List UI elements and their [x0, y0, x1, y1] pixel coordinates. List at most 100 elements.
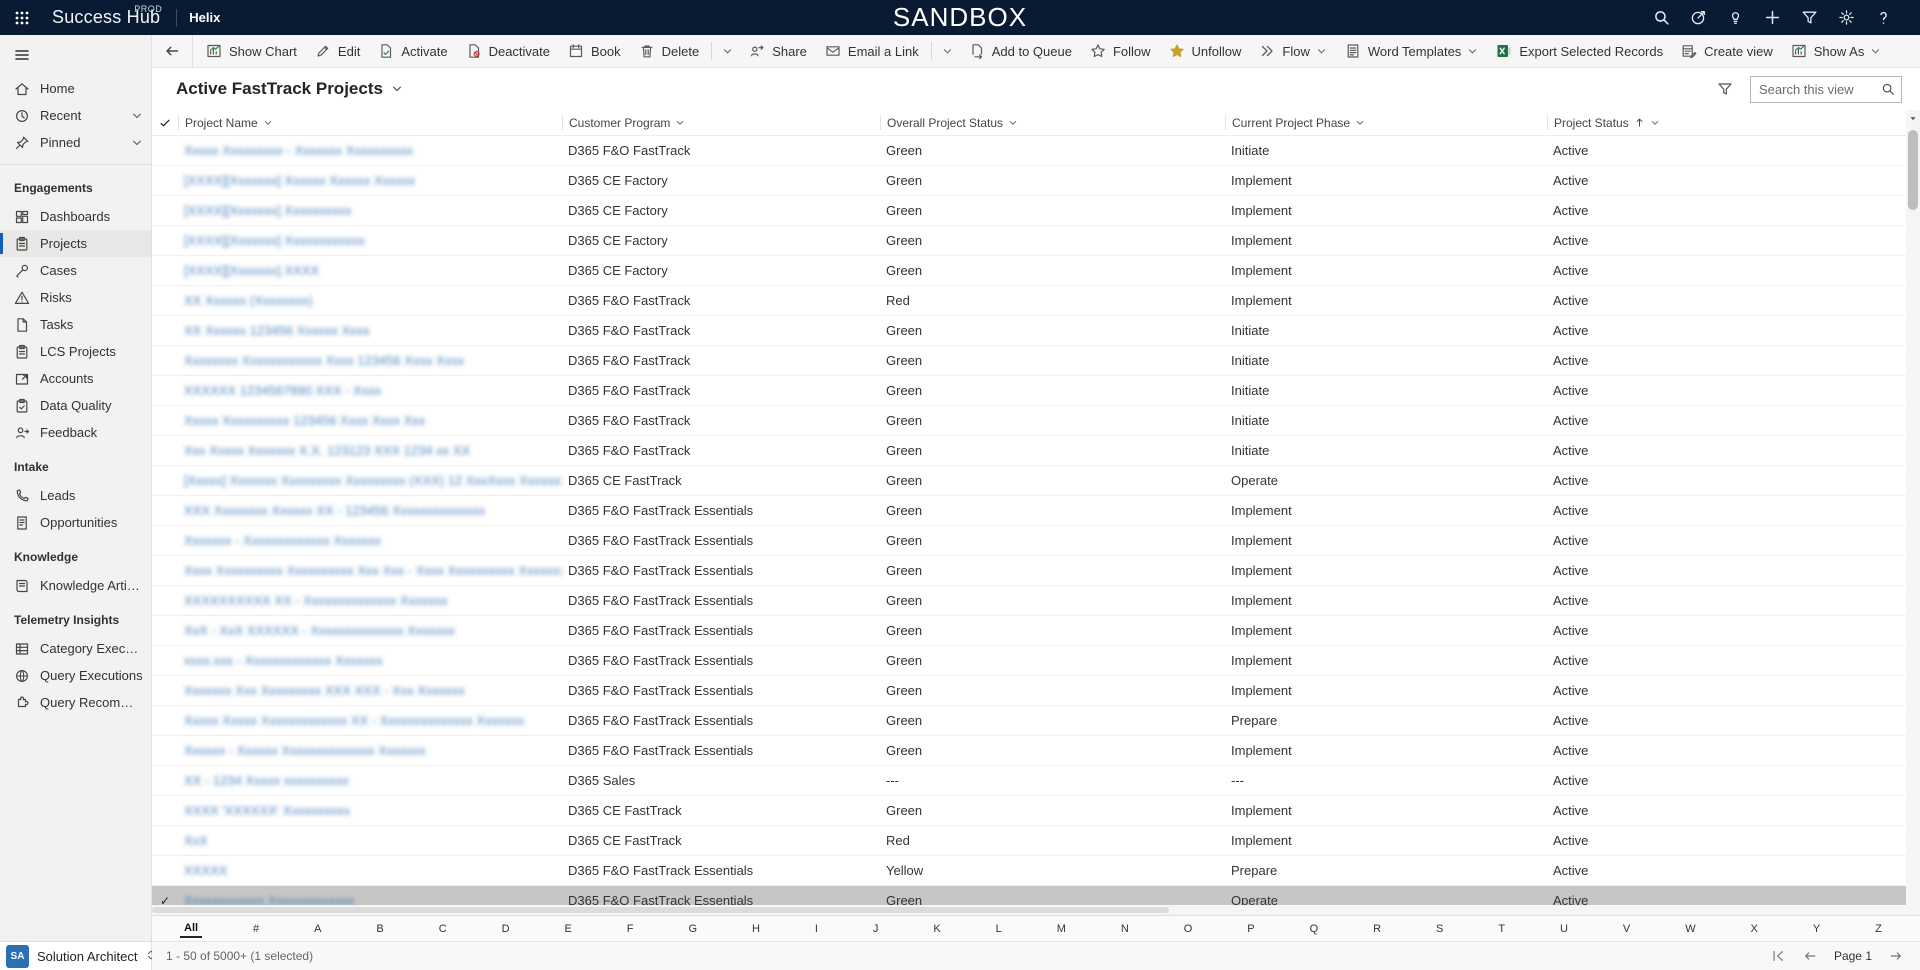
table-row[interactable]: XX - 1234 Xxxxx xxxxxxxxxx D365 Sales --…: [152, 766, 1906, 796]
sidebar-item[interactable]: Risks: [0, 284, 151, 311]
command-button[interactable]: [715, 38, 740, 64]
row-checkbox[interactable]: [152, 226, 178, 255]
alphabet-letter-button[interactable]: H: [748, 921, 764, 937]
project-name-link[interactable]: Xxxxxxx Xxx Xxxxxxxxx XXX XXX - Xxx Xxxx…: [178, 683, 562, 698]
alphabet-letter-button[interactable]: D: [498, 921, 514, 937]
alphabet-letter-button[interactable]: G: [684, 921, 701, 937]
project-name-link[interactable]: Xxxx Xxxxxxxxxx Xxxxxxxxxx Xxx Xxx - Xxx…: [178, 563, 562, 578]
row-checkbox[interactable]: [152, 256, 178, 285]
alphabet-letter-button[interactable]: S: [1432, 921, 1447, 937]
row-checkbox[interactable]: [152, 316, 178, 345]
row-checkbox[interactable]: [152, 556, 178, 585]
row-checkbox[interactable]: [152, 706, 178, 735]
column-header[interactable]: Customer Program: [562, 115, 880, 130]
project-name-link[interactable]: XXXX 'XXXXXX' Xxxxxxxxxx: [178, 803, 562, 818]
command-button[interactable]: [931, 42, 932, 60]
project-name-link[interactable]: XX Xxxxxx (Xxxxxxxx): [178, 293, 562, 308]
edit-filters-funnel-icon[interactable]: [1714, 78, 1736, 100]
sidebar-item[interactable]: LCS Projects: [0, 338, 151, 365]
sidebar-item[interactable]: Cases: [0, 257, 151, 284]
view-selector[interactable]: Active FastTrack Projects: [176, 79, 403, 99]
command-button[interactable]: Export Selected Records: [1487, 38, 1672, 64]
table-row[interactable]: Xxxxx Xxxxxxxxxx 123456 Xxxx Xxxx Xxx D3…: [152, 406, 1906, 436]
project-name-link[interactable]: Xxxxx Xxxxxxxxx - Xxxxxxx Xxxxxxxxxx: [178, 143, 562, 158]
table-row[interactable]: Xxxxxx - Xxxxxx Xxxxxxxxxxxxxx Xxxxxxx D…: [152, 736, 1906, 766]
project-name-link[interactable]: Xxxxxxxxxxxx Xxxxxxxxxxxxx: [178, 893, 562, 905]
row-checkbox[interactable]: [152, 796, 178, 825]
table-row[interactable]: Xxxxx Xxxxx Xxxxxxxxxxxxx XX - Xxxxxxxxx…: [152, 706, 1906, 736]
vertical-scrollbar[interactable]: [1906, 110, 1920, 915]
sidebar-item[interactable]: Leads: [0, 482, 151, 509]
alphabet-letter-button[interactable]: B: [372, 921, 387, 937]
command-button[interactable]: Show As: [1782, 38, 1891, 64]
table-row[interactable]: XXXXXXXXXX XX - Xxxxxxxxxxxxxx Xxxxxxx D…: [152, 586, 1906, 616]
app-launcher-waffle-icon[interactable]: [0, 0, 44, 35]
sidebar-item[interactable]: Opportunities: [0, 509, 151, 536]
table-row[interactable]: [XXXX][Xxxxxxx] Xxxxxxxxxx D365 CE Facto…: [152, 196, 1906, 226]
command-button[interactable]: Word Templates: [1336, 38, 1487, 64]
sidebar-item[interactable]: Dashboards: [0, 203, 151, 230]
command-button[interactable]: Create view: [1672, 38, 1782, 64]
row-checkbox[interactable]: [152, 886, 178, 905]
table-row[interactable]: [XXXX][Xxxxxxx] XXXX D365 CE Factory Gre…: [152, 256, 1906, 286]
row-checkbox[interactable]: [152, 856, 178, 885]
project-name-link[interactable]: XXXXXX 1234567890 XXX - Xxxx: [178, 383, 562, 398]
sidebar-item[interactable]: Query Recommendat...: [0, 689, 151, 716]
command-button[interactable]: Add to Queue: [960, 38, 1081, 64]
alphabet-letter-button[interactable]: A: [310, 921, 325, 937]
alphabet-letter-button[interactable]: Y: [1809, 921, 1824, 937]
vertical-scrollbar-thumb[interactable]: [1908, 130, 1918, 210]
command-button[interactable]: Edit: [306, 38, 369, 64]
project-name-link[interactable]: [XXXX][Xxxxxxx] Xxxxxxxxxx: [178, 203, 562, 218]
alphabet-letter-button[interactable]: F: [623, 921, 638, 937]
row-checkbox[interactable]: [152, 496, 178, 525]
sidebar-item[interactable]: Tasks: [0, 311, 151, 338]
command-button[interactable]: Delete: [630, 38, 709, 64]
project-name-link[interactable]: XxX - XxX XXXXXX - Xxxxxxxxxxxxxx Xxxxxx…: [178, 623, 562, 638]
change-area-label[interactable]: Helix: [189, 10, 220, 25]
alphabet-letter-button[interactable]: V: [1619, 921, 1634, 937]
alphabet-letter-button[interactable]: C: [435, 921, 451, 937]
search-input[interactable]: [1759, 82, 1881, 97]
alphabet-letter-button[interactable]: Q: [1306, 921, 1323, 937]
sitemap-collapse-icon[interactable]: [0, 35, 44, 75]
alphabet-letter-button[interactable]: All: [180, 920, 202, 938]
sidebar-item[interactable]: Projects: [0, 230, 151, 257]
row-checkbox[interactable]: [152, 736, 178, 765]
ideas-icon[interactable]: [1717, 0, 1754, 35]
table-row[interactable]: xxxx.xxx - Xxxxxxxxxxxxx Xxxxxxx D365 F&…: [152, 646, 1906, 676]
guided-tasks-icon[interactable]: [1680, 0, 1717, 35]
help-icon[interactable]: [1865, 0, 1902, 35]
table-row[interactable]: XXXXXX 1234567890 XXX - Xxxx D365 F&O Fa…: [152, 376, 1906, 406]
project-name-link[interactable]: XXXXXXXXXX XX - Xxxxxxxxxxxxxx Xxxxxxx: [178, 593, 562, 608]
alphabet-letter-button[interactable]: P: [1243, 921, 1258, 937]
alphabet-letter-button[interactable]: J: [869, 921, 883, 937]
project-name-link[interactable]: XX Xxxxxx 123456 Xxxxxx Xxxx: [178, 323, 562, 338]
new-record-icon[interactable]: [1754, 0, 1791, 35]
first-page-icon[interactable]: [1770, 948, 1786, 964]
table-row[interactable]: [Xxxxx] Xxxxxxx Xxxxxxxxx Xxxxxxxxx (XXX…: [152, 466, 1906, 496]
table-row[interactable]: XXX Xxxxxxxx Xxxxxx XX - 123456 Xxxxxxxx…: [152, 496, 1906, 526]
sidebar-item[interactable]: Feedback: [0, 419, 151, 446]
table-row[interactable]: Xxxxxxx Xxx Xxxxxxxxx XXX XXX - Xxx Xxxx…: [152, 676, 1906, 706]
command-button[interactable]: Deactivate: [457, 38, 559, 64]
table-row[interactable]: XxX - XxX XXXXXX - Xxxxxxxxxxxxxx Xxxxxx…: [152, 616, 1906, 646]
row-checkbox[interactable]: [152, 196, 178, 225]
alphabet-letter-button[interactable]: O: [1180, 921, 1197, 937]
alphabet-letter-button[interactable]: T: [1494, 921, 1509, 937]
table-row[interactable]: XX Xxxxxx (Xxxxxxxx) D365 F&O FastTrack …: [152, 286, 1906, 316]
settings-gear-icon[interactable]: [1828, 0, 1865, 35]
table-row[interactable]: Xxx Xxxxx Xxxxxxx X.X. 123123 XXX 1234 x…: [152, 436, 1906, 466]
horizontal-scrollbar[interactable]: [152, 905, 1906, 915]
command-button[interactable]: Show Chart: [197, 38, 306, 64]
next-page-icon[interactable]: [1888, 948, 1904, 964]
row-checkbox[interactable]: [152, 376, 178, 405]
command-button[interactable]: [711, 42, 712, 60]
table-row[interactable]: XXXX 'XXXXXX' Xxxxxxxxxx D365 CE FastTra…: [152, 796, 1906, 826]
alphabet-letter-button[interactable]: W: [1681, 921, 1699, 937]
sidebar-item[interactable]: Category Executions: [0, 635, 151, 662]
command-button[interactable]: Email a Link: [816, 38, 928, 64]
alphabet-letter-button[interactable]: E: [561, 921, 576, 937]
row-checkbox[interactable]: [152, 826, 178, 855]
sidebar-item[interactable]: Query Executions: [0, 662, 151, 689]
